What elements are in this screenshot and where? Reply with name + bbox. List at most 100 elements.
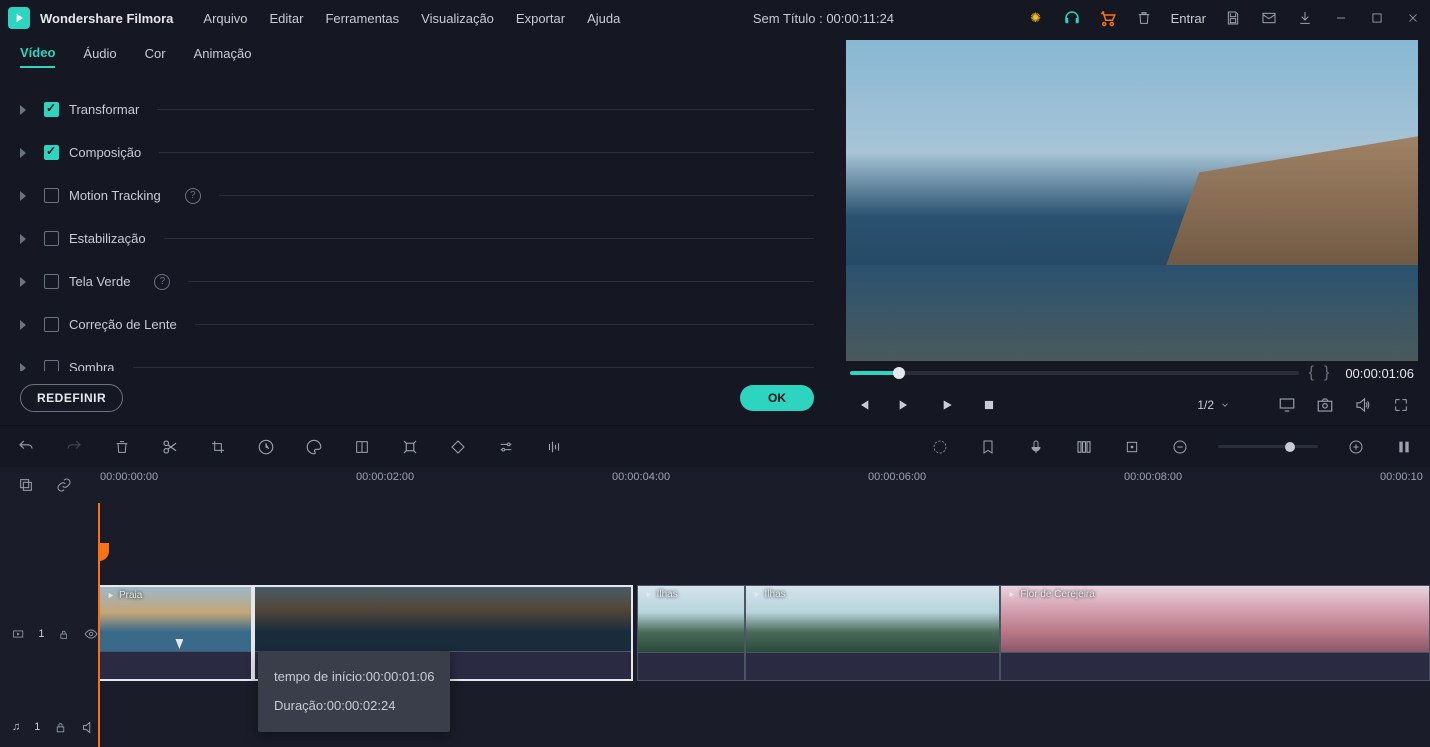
- expand-icon[interactable]: [20, 277, 26, 287]
- stop-button[interactable]: [980, 396, 998, 414]
- mark-in-icon[interactable]: {: [1309, 364, 1314, 382]
- audio-track-header[interactable]: ♫ 1: [0, 707, 98, 747]
- video-preview[interactable]: [846, 40, 1418, 361]
- tab-animation[interactable]: Animação: [194, 46, 252, 67]
- close-button[interactable]: [1404, 9, 1422, 27]
- menu-file[interactable]: Arquivo: [203, 11, 247, 26]
- ok-button[interactable]: OK: [740, 385, 814, 411]
- scrub-track[interactable]: [850, 371, 1299, 375]
- checkbox-lens[interactable]: [44, 317, 59, 332]
- save-icon[interactable]: [1224, 9, 1242, 27]
- video-track-header[interactable]: 1: [0, 585, 98, 683]
- mail-icon[interactable]: [1260, 9, 1278, 27]
- prop-stabilization[interactable]: Estabilização: [20, 217, 814, 260]
- menu-tools[interactable]: Ferramentas: [325, 11, 399, 26]
- visibility-icon[interactable]: [84, 626, 98, 642]
- crop-icon[interactable]: [208, 437, 228, 457]
- help-icon[interactable]: ?: [154, 274, 170, 290]
- expand-icon[interactable]: [20, 148, 26, 158]
- checkbox-stab[interactable]: [44, 231, 59, 246]
- help-icon[interactable]: ?: [185, 188, 201, 204]
- menu-export[interactable]: Exportar: [516, 11, 565, 26]
- cut-icon[interactable]: [160, 437, 180, 457]
- motion-track-icon[interactable]: [400, 437, 420, 457]
- expand-icon[interactable]: [20, 234, 26, 244]
- download-icon[interactable]: [1296, 9, 1314, 27]
- expand-icon[interactable]: [20, 105, 26, 115]
- clip-flor-cerejeira[interactable]: Flor de Cerejeira: [1000, 585, 1430, 681]
- volume-icon[interactable]: [1354, 396, 1372, 414]
- menu-edit[interactable]: Editar: [269, 11, 303, 26]
- cart-icon[interactable]: [1099, 9, 1117, 27]
- fit-timeline-icon[interactable]: [1394, 437, 1414, 457]
- prop-motion-tracking[interactable]: Motion Tracking ?: [20, 174, 814, 217]
- checkbox-motion[interactable]: [44, 188, 59, 203]
- zoom-handle[interactable]: [1285, 442, 1295, 452]
- trash-icon[interactable]: [1135, 9, 1153, 27]
- tab-video[interactable]: Vídeo: [20, 45, 55, 68]
- menu-help[interactable]: Ajuda: [587, 11, 620, 26]
- playhead-flag[interactable]: [98, 543, 109, 561]
- tab-audio[interactable]: Áudio: [83, 46, 116, 67]
- zoom-out-icon[interactable]: [1170, 437, 1190, 457]
- expand-icon[interactable]: [20, 320, 26, 330]
- zoom-in-icon[interactable]: [1346, 437, 1366, 457]
- checkbox-shadow[interactable]: [44, 360, 59, 371]
- expand-icon[interactable]: [20, 191, 26, 201]
- prop-compose[interactable]: Composição: [20, 131, 814, 174]
- scrub-handle[interactable]: [893, 367, 905, 379]
- settings-icon[interactable]: [496, 437, 516, 457]
- maximize-button[interactable]: [1368, 9, 1386, 27]
- prop-transform[interactable]: Transformar: [20, 88, 814, 131]
- snapshot-icon[interactable]: [1316, 396, 1334, 414]
- redo-icon[interactable]: [64, 437, 84, 457]
- audio-mixer-icon[interactable]: [544, 437, 564, 457]
- menu-view[interactable]: Visualização: [421, 11, 494, 26]
- undo-icon[interactable]: [16, 437, 36, 457]
- lock-icon[interactable]: [54, 721, 67, 734]
- prop-shadow[interactable]: Sombra: [20, 346, 814, 371]
- clip-ilhas-2[interactable]: Ilhas: [745, 585, 1001, 681]
- preview-controls: 1/2: [840, 385, 1424, 425]
- minimize-button[interactable]: [1332, 9, 1350, 27]
- timeline-ruler[interactable]: 00:00:00:00 00:00:02:00 00:00:04:00 00:0…: [98, 467, 1430, 503]
- zoom-slider[interactable]: [1218, 445, 1318, 448]
- mark-out-icon[interactable]: }: [1324, 364, 1329, 382]
- play-button[interactable]: [938, 396, 956, 414]
- preview-page[interactable]: 1/2: [1197, 398, 1230, 412]
- mute-icon[interactable]: [81, 720, 96, 735]
- duplicate-track-icon[interactable]: [16, 475, 36, 495]
- lock-icon[interactable]: [58, 628, 69, 641]
- clip-ilhas-1[interactable]: Ilhas: [637, 585, 745, 681]
- marker-icon[interactable]: [978, 437, 998, 457]
- chevron-down-icon[interactable]: [1220, 400, 1230, 410]
- idea-icon[interactable]: ✺: [1027, 9, 1045, 27]
- delete-icon[interactable]: [112, 437, 132, 457]
- playhead[interactable]: [98, 503, 100, 747]
- voiceover-icon[interactable]: [1026, 437, 1046, 457]
- mixer-icon[interactable]: [1074, 437, 1094, 457]
- timeline-canvas[interactable]: Praia Ilhas Ilhas: [98, 503, 1430, 747]
- speed-icon[interactable]: [256, 437, 276, 457]
- clip-praia[interactable]: Praia: [98, 585, 253, 681]
- reset-button[interactable]: REDEFINIR: [20, 384, 123, 412]
- prev-frame-button[interactable]: [854, 396, 872, 414]
- display-icon[interactable]: [1278, 396, 1296, 414]
- render-icon[interactable]: [930, 437, 950, 457]
- link-icon[interactable]: [54, 475, 74, 495]
- snap-icon[interactable]: [1122, 437, 1142, 457]
- green-screen-icon[interactable]: [352, 437, 372, 457]
- login-button[interactable]: Entrar: [1171, 11, 1206, 26]
- checkbox-transform[interactable]: [44, 102, 59, 117]
- expand-icon[interactable]: [20, 363, 26, 372]
- prop-green-screen[interactable]: Tela Verde ?: [20, 260, 814, 303]
- checkbox-green[interactable]: [44, 274, 59, 289]
- keyframe-icon[interactable]: [448, 437, 468, 457]
- checkbox-compose[interactable]: [44, 145, 59, 160]
- color-icon[interactable]: [304, 437, 324, 457]
- headphones-icon[interactable]: [1063, 9, 1081, 27]
- prop-lens-correction[interactable]: Correção de Lente: [20, 303, 814, 346]
- fullscreen-icon[interactable]: [1392, 396, 1410, 414]
- tab-color[interactable]: Cor: [145, 46, 166, 67]
- next-frame-button[interactable]: [896, 396, 914, 414]
